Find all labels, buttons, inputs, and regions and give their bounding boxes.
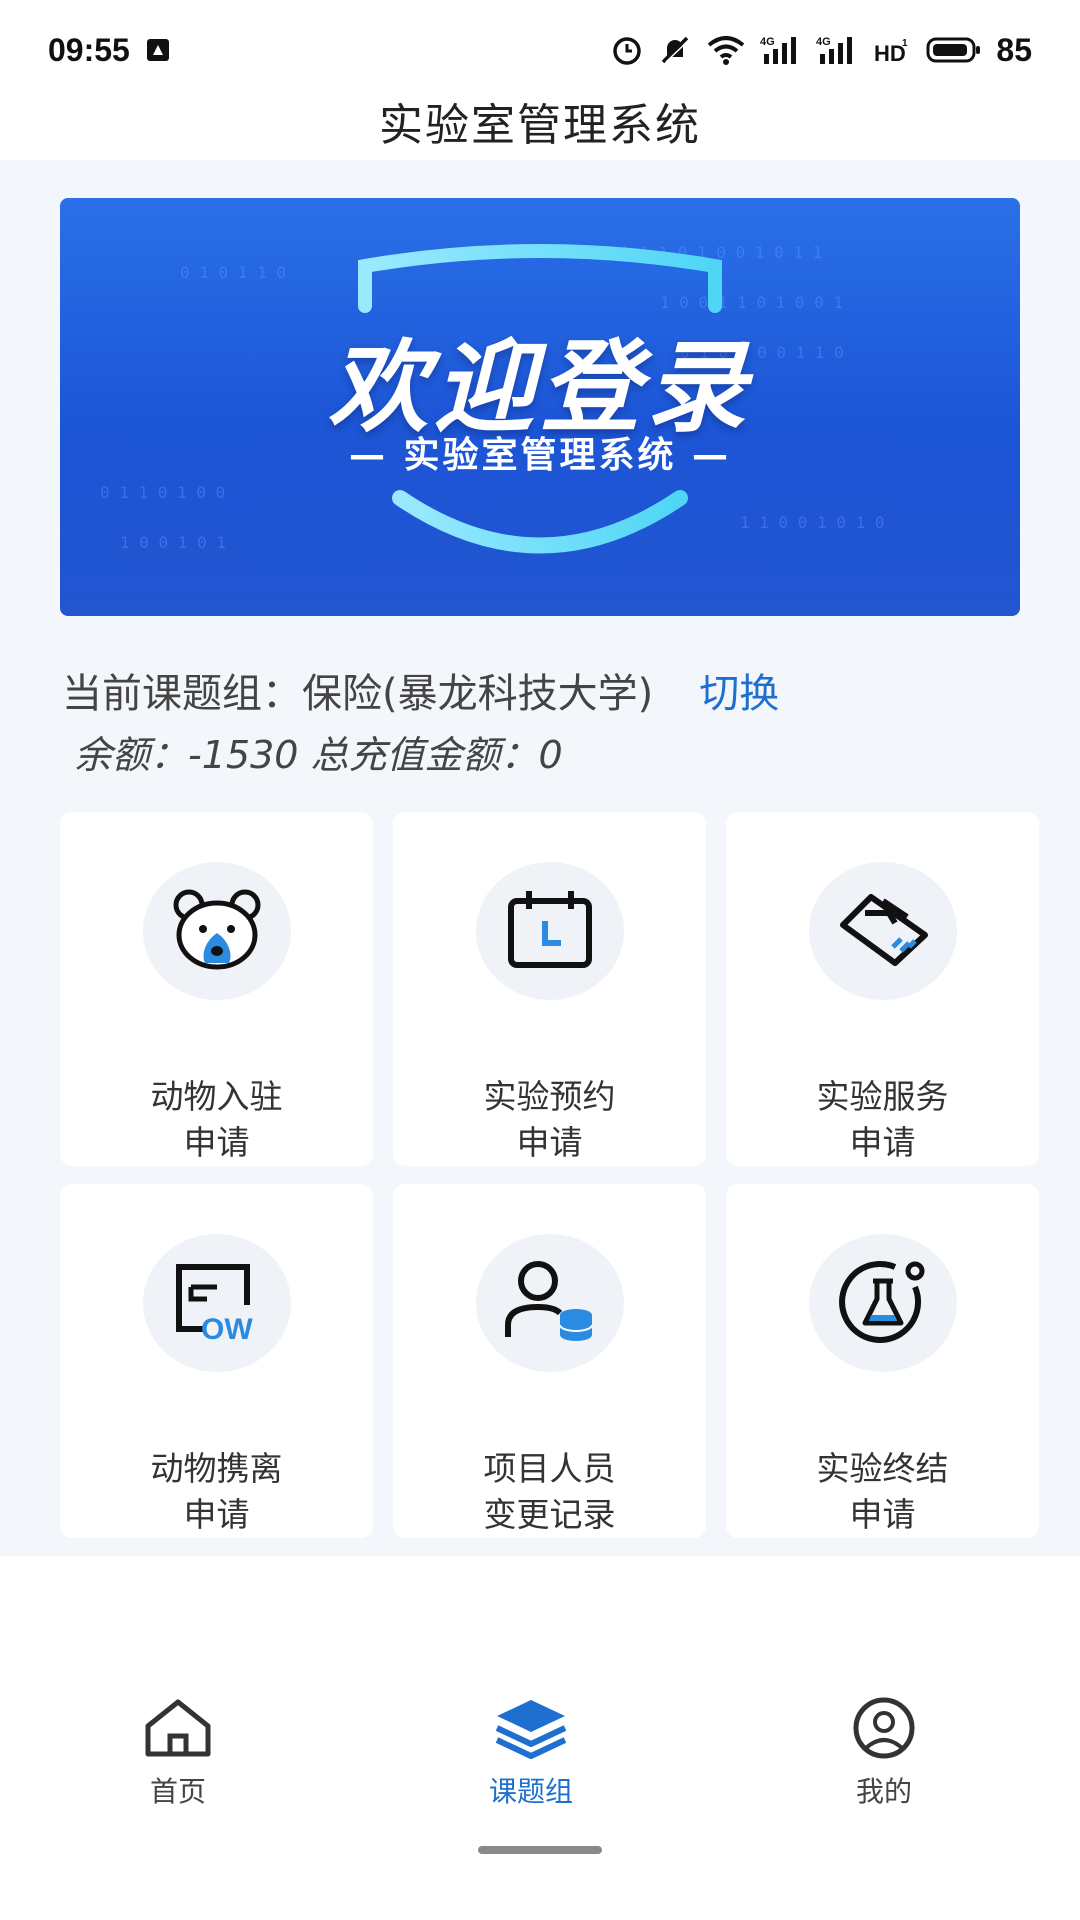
svg-text:HD: HD: [874, 41, 906, 66]
alarm-icon: [610, 33, 644, 67]
function-grid: 动物入驻 申请 实验预约 申请 实验服务 申请 OW 动物携离 申请 项目人员 …: [60, 812, 1042, 1538]
status-left: 09:55: [48, 32, 172, 69]
battery-level: 85: [996, 31, 1032, 68]
svg-text:1 1 0 0 1 0 1 0: 1 1 0 0 1 0 1 0: [740, 513, 885, 532]
signal-4g-icon: 4G: [816, 34, 858, 66]
svg-text:1 0 0 1 0 1: 1 0 0 1 0 1: [120, 533, 226, 552]
card-label-line1: 项目人员: [483, 1449, 616, 1488]
card-label-line1: 实验终结: [816, 1449, 949, 1488]
banner-subtitle: — 实验室管理系统 —: [348, 435, 732, 476]
hd-icon: HD 1: [872, 34, 912, 66]
svg-text:0 1 1 0 1 0 0: 0 1 1 0 1 0 0: [100, 483, 225, 502]
home-icon: [142, 1696, 214, 1764]
svg-text:OW: OW: [201, 1313, 253, 1343]
flow-icon: OW: [171, 1259, 263, 1347]
icon-circle: [475, 1234, 624, 1372]
card-label-line2: 申请: [849, 1123, 916, 1162]
current-group-label: 当前课题组：保险(暴龙科技大学): [62, 671, 654, 717]
card-label-line2: 变更记录: [483, 1495, 616, 1534]
card-label-line1: 实验服务: [816, 1077, 949, 1116]
signal-4g-icon: 4G: [760, 34, 802, 66]
home-indicator[interactable]: [478, 1846, 602, 1854]
card-animal-entry[interactable]: 动物入驻 申请: [60, 812, 373, 1166]
card-label-line2: 申请: [183, 1495, 250, 1534]
status-right: 4G 4G HD 1 85: [610, 32, 1032, 69]
svg-text:4G: 4G: [816, 36, 831, 48]
card-label: 动物携离 申请: [151, 1446, 283, 1538]
page-title: 实验室管理系统: [379, 100, 701, 151]
battery-icon: [926, 35, 982, 65]
card-experiment-booking[interactable]: 实验预约 申请: [393, 812, 706, 1166]
card-animal-removal[interactable]: OW 动物携离 申请: [60, 1184, 373, 1538]
card-label: 项目人员 变更记录: [484, 1446, 616, 1538]
icon-circle: [808, 1234, 957, 1372]
card-label-line1: 实验预约: [483, 1077, 616, 1116]
wifi-icon: [706, 34, 746, 66]
svg-text:0 1 0 1 1 0: 0 1 0 1 1 0: [180, 263, 286, 282]
bear-icon: [169, 885, 265, 977]
nav-item-mine[interactable]: 我的: [784, 1696, 984, 1810]
handshake-icon: [835, 889, 931, 973]
switch-group-link[interactable]: 切换: [699, 661, 779, 719]
nav-item-home[interactable]: 首页: [78, 1696, 278, 1810]
card-label-line2: 申请: [849, 1495, 916, 1534]
icon-circle: OW: [142, 1234, 291, 1372]
svg-text:1: 1: [902, 38, 908, 49]
layers-icon: [493, 1696, 569, 1764]
card-member-change-record[interactable]: 项目人员 变更记录: [393, 1184, 706, 1538]
balance-text: 余额：-1530 总充值金额：0: [74, 733, 563, 777]
icon-circle: [808, 862, 957, 1000]
card-label: 实验预约 申请: [484, 1074, 616, 1166]
status-time: 09:55: [48, 31, 130, 68]
card-label-line1: 动物入驻: [150, 1077, 283, 1116]
app-header: 实验室管理系统: [0, 82, 1080, 160]
card-label: 动物入驻 申请: [151, 1074, 283, 1166]
bottom-nav: 首页 课题组 我的: [0, 1556, 1080, 1920]
nav-label-group: 课题组: [488, 1775, 573, 1808]
notification-box-icon: [144, 36, 172, 64]
user-icon: [848, 1696, 920, 1764]
icon-circle: [142, 862, 291, 1000]
flask-icon: [835, 1257, 931, 1349]
user-database-icon: [502, 1259, 598, 1347]
card-label-line2: 申请: [516, 1123, 583, 1162]
card-experiment-termination[interactable]: 实验终结 申请: [726, 1184, 1039, 1538]
mute-icon: [658, 33, 692, 67]
nav-label-home: 首页: [149, 1775, 206, 1808]
nav-label-mine: 我的: [855, 1775, 912, 1808]
calendar-icon: [505, 887, 595, 975]
nav-item-group[interactable]: 课题组: [431, 1696, 631, 1810]
svg-text:4G: 4G: [760, 36, 775, 48]
card-label: 实验终结 申请: [817, 1446, 949, 1538]
icon-circle: [475, 862, 624, 1000]
card-label-line2: 申请: [183, 1123, 250, 1162]
welcome-banner[interactable]: 0 1 1 0 1 0 0 1 0 1 1 1 0 0 1 1 0 1 0 0 …: [60, 198, 1020, 616]
card-label: 实验服务 申请: [817, 1074, 949, 1166]
card-label-line1: 动物携离: [150, 1449, 283, 1488]
card-experiment-service[interactable]: 实验服务 申请: [726, 812, 1039, 1166]
current-group-line: 当前课题组：保险(暴龙科技大学) 切换: [62, 662, 779, 718]
